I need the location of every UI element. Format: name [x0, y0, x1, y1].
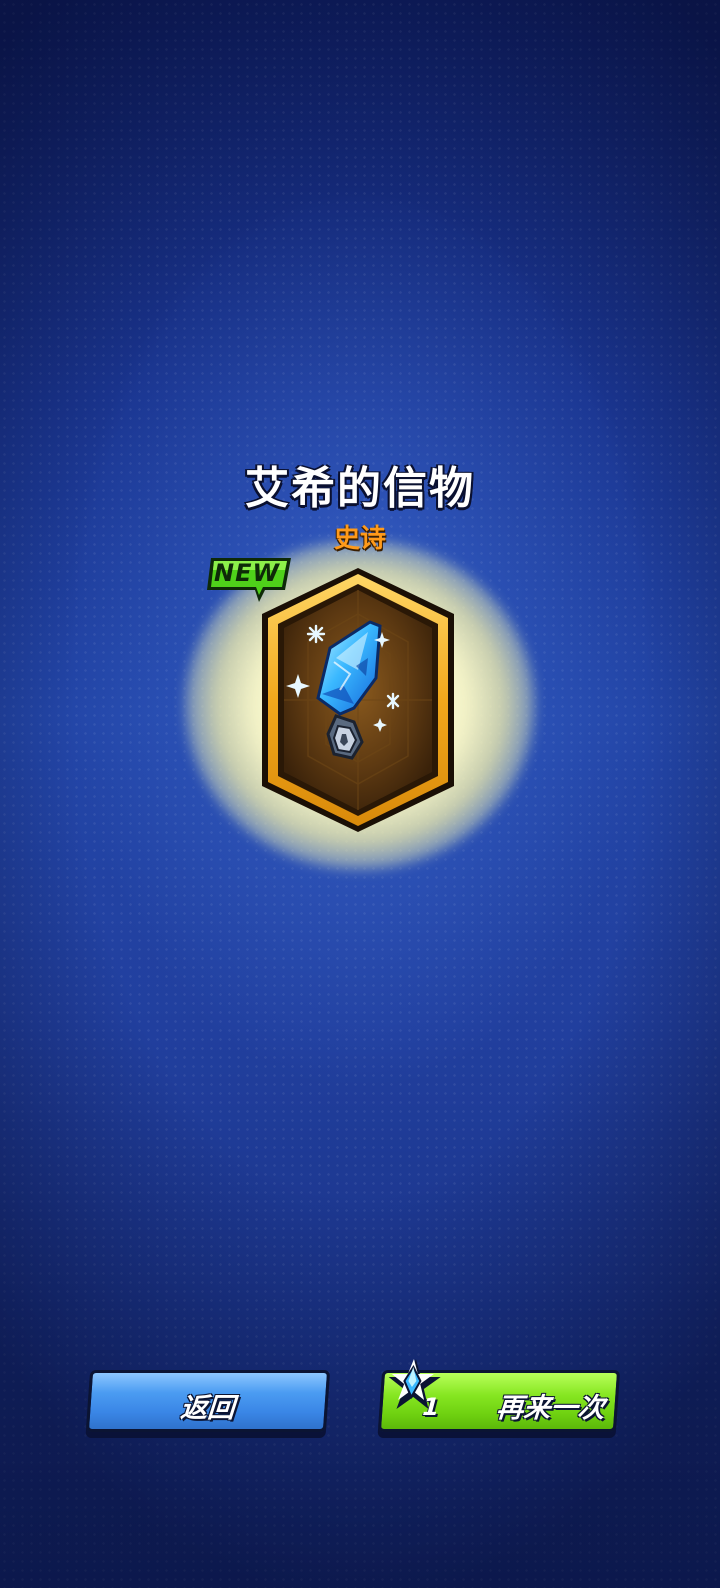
item-name: 艾希的信物 [245, 463, 475, 514]
card-frame [262, 568, 454, 832]
draw-again-label: 再来一次 [495, 1393, 606, 1424]
draw-again-button[interactable]: 1 再来一次 [377, 1359, 621, 1432]
draw-cost-count: 1 [421, 1393, 441, 1421]
back-button[interactable]: 返回 [85, 1370, 331, 1432]
new-badge-label: NEW [214, 559, 280, 587]
back-button-label: 返回 [179, 1393, 236, 1424]
reward-card[interactable] [258, 566, 458, 834]
new-badge: NEW [205, 556, 293, 604]
gacha-result-screen: 艾希的信物 史诗 NEW 返回 1 再来一次 [0, 0, 720, 1588]
rarity-label: 史诗 [333, 524, 386, 554]
